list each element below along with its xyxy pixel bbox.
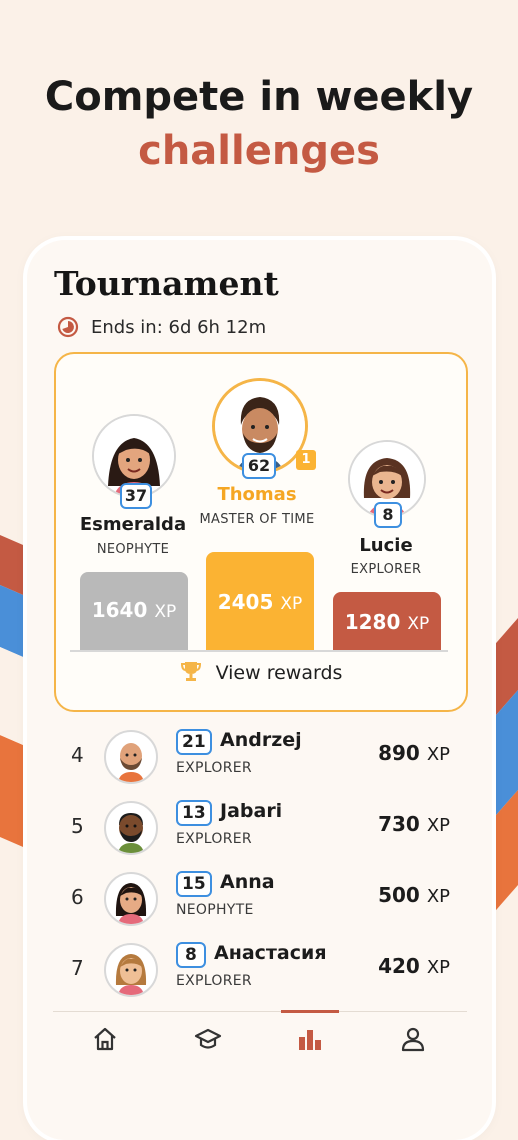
- row-level-badge: 13: [176, 800, 212, 826]
- avatar-icon: [118, 813, 144, 853]
- row-player-name: Jabari: [220, 800, 283, 822]
- home-icon: [94, 1027, 116, 1051]
- leaderboard-row[interactable]: 7 8 Анастасия EXPLORER 420 XP: [27, 938, 492, 1002]
- player-name-first: Thomas: [217, 484, 297, 505]
- nav-profile[interactable]: [393, 1026, 433, 1054]
- level-badge-second: 37: [120, 483, 152, 509]
- row-xp: 500 XP: [378, 883, 450, 907]
- row-position: 7: [71, 956, 84, 980]
- row-avatar: [104, 872, 158, 926]
- avatar-icon: [118, 743, 144, 782]
- xp-value-third: 1280: [344, 610, 401, 634]
- row-xp: 730 XP: [378, 812, 450, 836]
- row-xp-unit: XP: [426, 815, 450, 836]
- graduation-cap-icon: [194, 1028, 222, 1049]
- row-player-rank: EXPLORER: [176, 760, 252, 776]
- row-player-rank: NEOPHYTE: [176, 902, 254, 918]
- xp-unit-second: XP: [154, 602, 177, 622]
- player-rank-second: NEOPHYTE: [96, 542, 170, 557]
- view-rewards-label: View rewards: [215, 662, 343, 684]
- row-position: 4: [71, 743, 84, 767]
- nav-leaderboard[interactable]: [290, 1026, 330, 1054]
- ends-in-label: Ends in: 6d 6h 12m: [91, 316, 267, 338]
- row-xp-value: 420: [378, 954, 420, 978]
- row-avatar: [104, 943, 158, 997]
- row-player-name: Andrzej: [220, 729, 302, 751]
- first-place-tag: 1: [296, 450, 316, 470]
- podium-baseline: [70, 650, 448, 652]
- leaderboard-row[interactable]: 6 15 Anna NEOPHYTE 500 XP: [27, 867, 492, 931]
- podium-bar-second: 1640 XP: [80, 572, 188, 650]
- row-xp-value: 500: [378, 883, 420, 907]
- avatar-icon: [115, 954, 147, 995]
- clock-icon: [57, 316, 79, 338]
- row-level-badge: 8: [176, 942, 206, 968]
- row-level-badge: 21: [176, 729, 212, 755]
- headline: Compete in weekly challenges: [0, 70, 518, 178]
- tournament-timer: Ends in: 6d 6h 12m: [57, 316, 266, 338]
- leaderboard-row[interactable]: 4 21 Andrzej EXPLORER 890 XP: [27, 725, 492, 789]
- level-badge-first: 62: [242, 453, 276, 479]
- podium-bar-first: 2405 XP: [206, 552, 314, 650]
- podium-bar-third: 1280 XP: [333, 592, 441, 650]
- row-player-name: Anna: [220, 871, 275, 893]
- view-rewards-button[interactable]: View rewards: [56, 660, 466, 684]
- trophy-icon: [180, 662, 201, 681]
- row-xp: 420 XP: [378, 954, 450, 978]
- row-xp-value: 730: [378, 812, 420, 836]
- leaderboard-icon: [299, 1030, 321, 1050]
- row-position: 5: [71, 814, 84, 838]
- xp-value-first: 2405: [217, 590, 274, 614]
- xp-value-second: 1640: [91, 598, 148, 622]
- headline-line-2: challenges: [138, 128, 380, 174]
- row-avatar: [104, 730, 158, 784]
- row-xp-value: 890: [378, 741, 420, 765]
- row-xp-unit: XP: [426, 957, 450, 978]
- row-player-rank: EXPLORER: [176, 973, 252, 989]
- row-player-name: Анастасия: [214, 942, 327, 964]
- row-xp-unit: XP: [426, 744, 450, 765]
- phone-screen: Tournament Ends in: 6d 6h 12m 37 Esmeral…: [27, 240, 492, 1140]
- xp-unit-first: XP: [280, 594, 303, 614]
- row-avatar: [104, 801, 158, 855]
- player-name-second: Esmeralda: [79, 514, 187, 535]
- level-badge-third: 8: [374, 502, 402, 528]
- row-position: 6: [71, 885, 84, 909]
- row-xp-unit: XP: [426, 886, 450, 907]
- active-tab-indicator: [281, 1010, 339, 1013]
- leaderboard-row[interactable]: 5 13 Jabari EXPLORER 730 XP: [27, 796, 492, 860]
- row-xp: 890 XP: [378, 741, 450, 765]
- headline-line-1: Compete in weekly: [44, 74, 474, 120]
- nav-learn[interactable]: [188, 1026, 228, 1054]
- podium-card: 37 Esmeralda NEOPHYTE 62 1 Thomas MASTER…: [54, 352, 468, 712]
- profile-icon: [401, 1027, 425, 1052]
- avatar-icon: [115, 883, 147, 924]
- row-level-badge: 15: [176, 871, 212, 897]
- page-title: Tournament: [54, 264, 279, 303]
- player-rank-first: MASTER OF TIME: [199, 512, 315, 527]
- row-player-rank: EXPLORER: [176, 831, 252, 847]
- nav-home[interactable]: [85, 1026, 125, 1054]
- player-name-third: Lucie: [359, 535, 413, 556]
- player-rank-third: EXPLORER: [350, 562, 422, 577]
- bottom-nav-divider: [53, 1011, 467, 1012]
- xp-unit-third: XP: [407, 614, 430, 634]
